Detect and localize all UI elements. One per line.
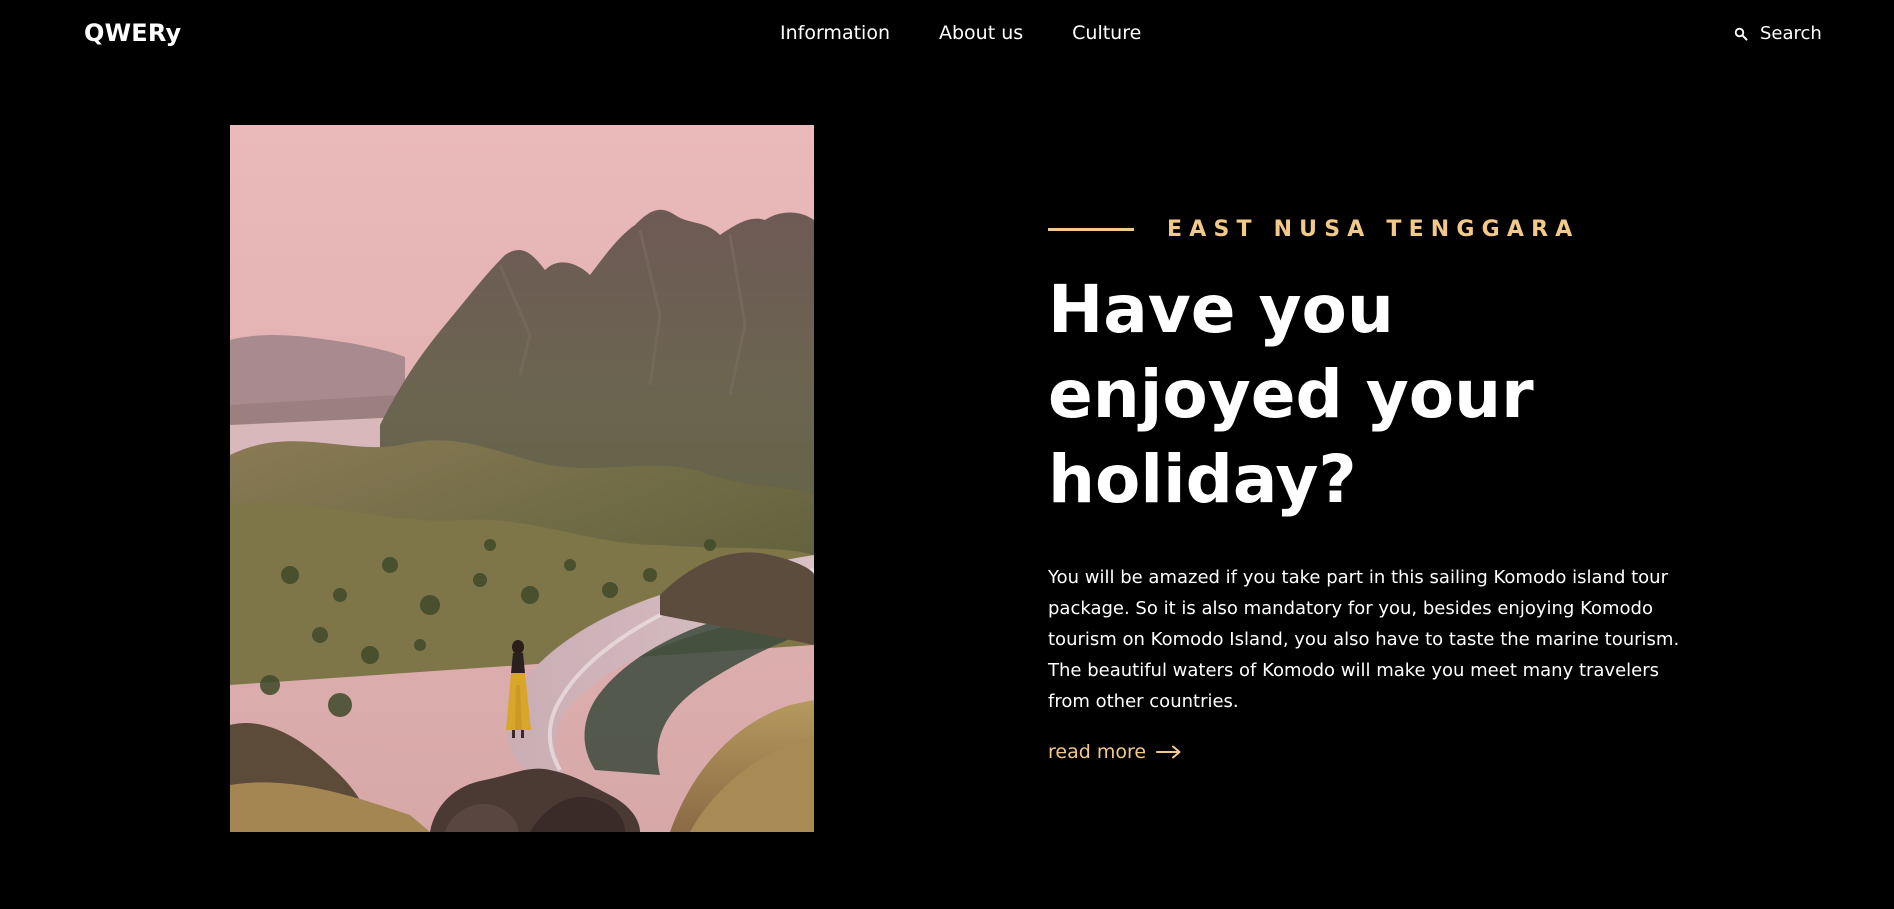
read-more-label: read more (1048, 741, 1147, 763)
site-header: QWERy Information About us Culture Searc… (0, 0, 1894, 70)
read-more-link[interactable]: read more (1048, 741, 1182, 763)
main-nav: Information About us Culture (780, 22, 1141, 44)
eyebrow-label: EAST NUSA TENGGARA (1167, 216, 1580, 242)
hero-heading: Have you enjoyed your holiday? (1048, 271, 1534, 518)
hero-description: You will be amazed if you take part in t… (1048, 567, 1680, 712)
landscape-illustration (230, 125, 814, 832)
arrow-right-icon (1156, 745, 1181, 759)
hero-image (230, 125, 814, 832)
eyebrow: EAST NUSA TENGGARA (1048, 213, 1748, 245)
eyebrow-divider (1048, 227, 1134, 231)
site-logo[interactable]: QWERy (84, 19, 181, 47)
search-icon (1734, 27, 1748, 40)
search-label: Search (1760, 23, 1822, 44)
nav-item-about-us[interactable]: About us (939, 22, 1023, 44)
nav-item-culture[interactable]: Culture (1072, 22, 1141, 44)
hero-copy: EAST NUSA TENGGARA Have you enjoyed your… (1048, 213, 1748, 763)
nav-item-information[interactable]: Information (780, 22, 890, 44)
search-button[interactable]: Search (1734, 23, 1822, 44)
